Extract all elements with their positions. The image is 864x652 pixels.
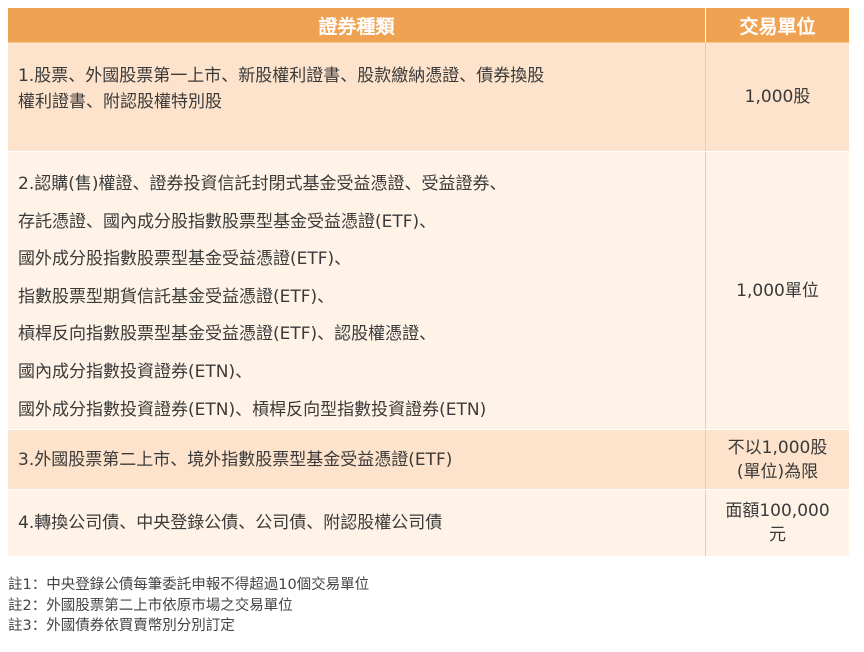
security-type-cell: 3.外國股票第二上市、境外指數股票型基金受益憑證(ETF) bbox=[8, 430, 706, 489]
trading-unit-value: 不以1,000股 bbox=[727, 437, 828, 458]
security-type-line: 1.股票、外國股票第一上市、新股權利證書、股款繳納憑證、債券換股 bbox=[18, 66, 545, 86]
footnote: 註2：外國股票第二上市依原市場之交易單位 bbox=[8, 597, 293, 614]
security-type-cell: 2.認購(售)權證、證券投資信託封閉式基金受益憑證、受益證券、 存託憑證、國內成… bbox=[8, 152, 706, 429]
footnote: 註1：中央登錄公債每筆委託申報不得超過10個交易單位 bbox=[8, 577, 370, 593]
trading-unit-value: 1,000股 bbox=[744, 87, 811, 107]
trading-unit-table: 證券種類 交易單位 1.股票、外國股票第一上市、新股權利證書、股款繳納憑證、債券… bbox=[8, 8, 849, 557]
trading-unit-cell: 1,000股 bbox=[706, 43, 849, 151]
security-type-line: 國外成分股指數股票型基金受益憑證(ETF)、 bbox=[18, 249, 352, 270]
trading-unit-cell: 1,000單位 bbox=[706, 152, 849, 429]
table-row: 4.轉換公司債、中央登錄公債、公司債、附認股權公司債 面額100,000 元 bbox=[8, 490, 849, 557]
security-type-line: 2.認購(售)權證、證券投資信託封閉式基金受益憑證、受益證券、 bbox=[18, 174, 507, 194]
table-row: 3.外國股票第二上市、境外指數股票型基金受益憑證(ETF) 不以1,000股 (… bbox=[8, 430, 849, 490]
trading-unit-value: 元 bbox=[769, 525, 786, 545]
security-type-cell: 4.轉換公司債、中央登錄公債、公司債、附認股權公司債 bbox=[8, 490, 706, 556]
security-type-line: 3.外國股票第二上市、境外指數股票型基金受益憑證(ETF) bbox=[18, 449, 453, 470]
table-row: 1.股票、外國股票第一上市、新股權利證書、股款繳納憑證、債券換股 權利證書、附認… bbox=[8, 43, 849, 152]
security-type-line: 國外成分指數投資證券(ETN)、槓桿反向型指數投資證券(ETN) bbox=[18, 399, 487, 420]
trading-unit-value: 面額100,000 bbox=[725, 501, 830, 521]
security-type-cell: 1.股票、外國股票第一上市、新股權利證書、股款繳納憑證、債券換股 權利證書、附認… bbox=[8, 43, 706, 151]
security-type-line: 存託憑證、國內成分股指數股票型基金受益憑證(ETF)、 bbox=[18, 211, 437, 232]
security-type-line: 國內成分指數投資證券(ETN)、 bbox=[18, 361, 253, 382]
header-security-type: 證券種類 bbox=[8, 8, 706, 42]
footnotes: 註1：中央登錄公債每筆委託申報不得超過10個交易單位 註2：外國股票第二上市依原… bbox=[8, 575, 369, 637]
trading-unit-value: (單位)為限 bbox=[736, 461, 819, 482]
security-type-line: 槓桿反向指數股票型基金受益憑證(ETF)、認股權憑證、 bbox=[18, 324, 437, 345]
security-type-line: 指數股票型期貨信託基金受益憑證(ETF)、 bbox=[18, 286, 335, 307]
trading-unit-value: 1,000單位 bbox=[736, 280, 819, 301]
trading-unit-cell: 不以1,000股 (單位)為限 bbox=[706, 430, 849, 489]
security-type-line: 4.轉換公司債、中央登錄公債、公司債、附認股權公司債 bbox=[18, 513, 443, 533]
header-trading-unit: 交易單位 bbox=[739, 15, 816, 38]
footnote: 註3：外國債券依買賣幣別分別訂定 bbox=[8, 618, 235, 634]
table-header-row: 證券種類 交易單位 bbox=[8, 8, 849, 43]
table-row: 2.認購(售)權證、證券投資信託封閉式基金受益憑證、受益證券、 存託憑證、國內成… bbox=[8, 152, 849, 430]
trading-unit-cell: 面額100,000 元 bbox=[706, 490, 849, 556]
security-type-line: 權利證書、附認股權特別股 bbox=[18, 92, 222, 112]
